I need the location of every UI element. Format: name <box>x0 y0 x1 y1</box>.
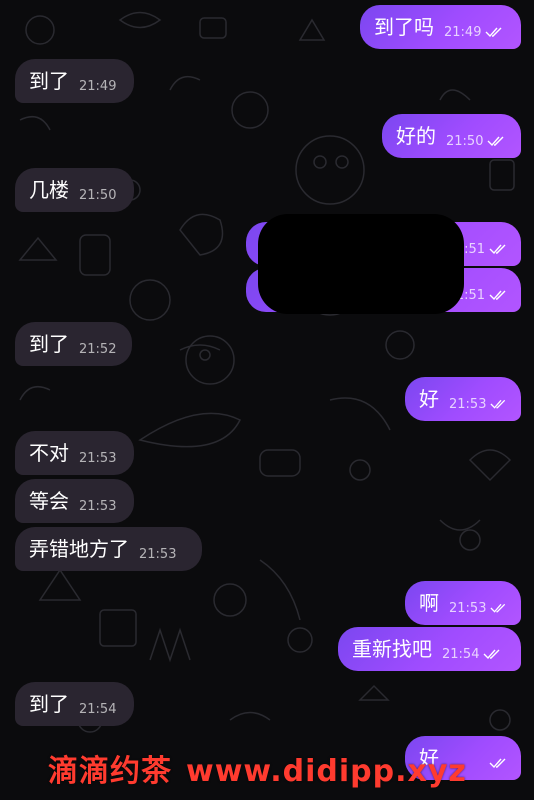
message-bubble-outgoing[interactable]: 重新找吧 21:54 <box>338 627 521 671</box>
message-bubble-incoming[interactable]: 不对 21:53 <box>15 431 134 475</box>
double-check-icon <box>485 27 502 38</box>
double-check-icon <box>483 649 500 660</box>
message-time: 21:50 <box>79 187 117 203</box>
double-check-icon <box>490 603 506 613</box>
message-time: 21:49 <box>444 24 482 40</box>
message-bubble-outgoing[interactable]: 好 21:53 <box>405 377 521 421</box>
message-text: 好 <box>419 387 439 411</box>
message-time: 21:54 <box>442 646 480 662</box>
double-check-icon <box>489 758 506 769</box>
double-check-icon <box>490 399 506 409</box>
double-check-icon <box>489 290 506 301</box>
message-bubble-incoming[interactable]: 到了 21:49 <box>15 59 134 103</box>
message-time: 21:54 <box>79 701 117 717</box>
message-time: 21:49 <box>79 78 117 94</box>
message-text: 到了吗 <box>374 15 434 39</box>
message-time: 21:53 <box>79 498 117 514</box>
message-time: 21:53 <box>139 546 177 562</box>
message-text: 不对 <box>29 441 69 465</box>
watermark: 滴滴约茶 www.didipp.xyz <box>48 746 467 790</box>
message-time: 21:53 <box>449 396 487 412</box>
message-text: 到了 <box>29 332 69 356</box>
message-text: 几楼 <box>29 178 69 202</box>
message-bubble-incoming[interactable]: 等会 21:53 <box>15 479 134 523</box>
message-time: 21:52 <box>79 341 117 357</box>
message-text: 重新找吧 <box>352 637 432 661</box>
message-text: 弄错地方了 <box>29 537 129 561</box>
message-bubble-incoming[interactable]: 几楼 21:50 <box>15 168 134 212</box>
watermark-brand: 滴滴约茶 <box>48 754 172 789</box>
message-bubble-incoming[interactable]: 到了 21:52 <box>15 322 132 366</box>
message-list: 到了吗 21:49 到了 21:49 好的 21:50 几楼 21:50 21:… <box>0 0 534 800</box>
redaction-block <box>258 214 464 314</box>
message-time: 21:50 <box>446 133 484 149</box>
message-text: 到了 <box>29 692 69 716</box>
message-text: 啊 <box>419 591 439 615</box>
double-check-icon <box>489 244 506 255</box>
message-bubble-outgoing[interactable]: 到了吗 21:49 <box>360 5 521 49</box>
message-time: 21:53 <box>449 600 487 616</box>
message-bubble-incoming[interactable]: 到了 21:54 <box>15 682 134 726</box>
message-text: 等会 <box>29 489 69 513</box>
message-bubble-incoming[interactable]: 弄错地方了 21:53 <box>15 527 202 571</box>
message-text: 到了 <box>29 69 69 93</box>
watermark-url: www.didipp.xyz <box>186 754 467 789</box>
message-text: 好的 <box>396 124 436 148</box>
message-bubble-outgoing[interactable]: 啊 21:53 <box>405 581 521 625</box>
message-bubble-outgoing[interactable]: 好的 21:50 <box>382 114 521 158</box>
message-time: 21:53 <box>79 450 117 466</box>
double-check-icon <box>487 136 504 147</box>
